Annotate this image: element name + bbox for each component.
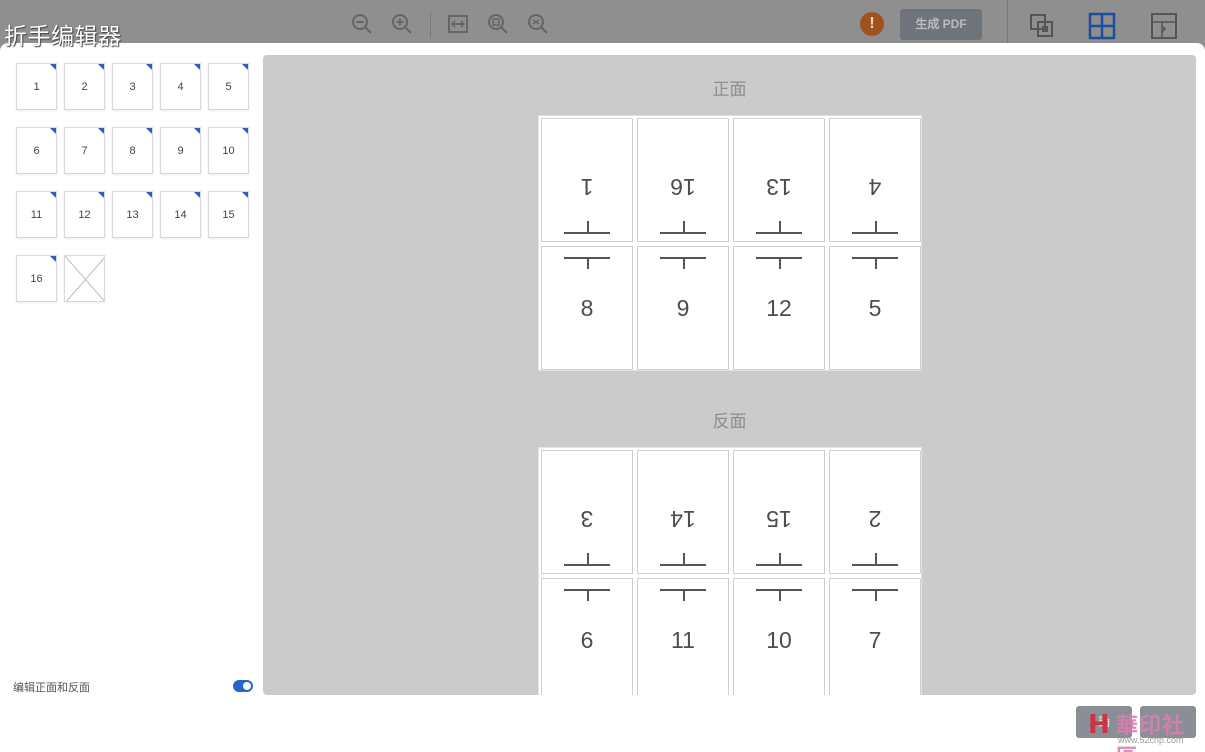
- fold-mark-stem: [875, 553, 877, 565]
- page-number: 16: [670, 174, 696, 200]
- imposition-preview: 正面 1 16 13 4 8 9 12 5 反面 3 14 15 2 6 11 10 7: [263, 55, 1196, 695]
- page-number: 4: [868, 174, 882, 200]
- imposition-page-cell[interactable]: 6: [541, 578, 633, 695]
- fold-mark-stem: [875, 221, 877, 233]
- page-number: 1: [580, 174, 594, 200]
- imposition-page-cell[interactable]: 1: [541, 118, 633, 242]
- imposition-page-cell[interactable]: 13: [733, 118, 825, 242]
- imposition-page-cell[interactable]: 14: [637, 450, 729, 574]
- page-thumbnail[interactable]: 8: [112, 127, 153, 174]
- fold-mark-stem: [683, 221, 685, 233]
- fold-mark-stem: [779, 257, 781, 269]
- page-number: 8: [580, 295, 594, 321]
- page-number: 11: [671, 627, 695, 653]
- front-title: 正面: [712, 80, 747, 100]
- page-number: 7: [868, 627, 882, 653]
- imposition-page-cell[interactable]: 8: [541, 246, 633, 370]
- page-number: 15: [766, 506, 792, 532]
- toolbar-separator: [430, 12, 431, 38]
- fold-mark-stem: [587, 553, 589, 565]
- page-thumbnail[interactable]: 4: [160, 63, 201, 110]
- page-number: 5: [868, 295, 882, 321]
- imposition-page-cell[interactable]: 3: [541, 450, 633, 574]
- page-number: 10: [766, 627, 792, 653]
- imposition-page-cell[interactable]: 10: [733, 578, 825, 695]
- fold-mark-stem: [779, 553, 781, 565]
- fold-mark-stem: [779, 589, 781, 601]
- page-number: 12: [766, 295, 792, 321]
- page-thumbnail[interactable]: 5: [208, 63, 249, 110]
- zoom-out-icon[interactable]: [350, 12, 374, 36]
- fold-mark-stem: [587, 221, 589, 233]
- imposition-page-cell[interactable]: 11: [637, 578, 729, 695]
- split-layout-icon[interactable]: [1150, 12, 1178, 40]
- page-thumbnail[interactable]: 1: [16, 63, 57, 110]
- back-sheet: 3 14 15 2 6 11 10 7: [538, 447, 922, 695]
- zoom-in-icon[interactable]: [390, 12, 414, 36]
- imposition-page-cell[interactable]: 5: [829, 246, 921, 370]
- imposition-page-cell[interactable]: 7: [829, 578, 921, 695]
- page-thumbnail[interactable]: 9: [160, 127, 201, 174]
- generate-pdf-button[interactable]: 生成 PDF: [900, 9, 982, 40]
- blank-cross-icon: [65, 256, 104, 301]
- edit-front-back-toggle[interactable]: [233, 680, 253, 692]
- page-thumbnail[interactable]: 13: [112, 191, 153, 238]
- page-thumbnail[interactable]: 15: [208, 191, 249, 238]
- zoom-fit-icon[interactable]: [526, 12, 550, 36]
- page-number: 14: [670, 506, 696, 532]
- window-title: 折手编辑器: [4, 24, 122, 50]
- page-thumbnail[interactable]: 3: [112, 63, 153, 110]
- page-thumbnail[interactable]: 6: [16, 127, 57, 174]
- blank-page-thumbnail[interactable]: [64, 255, 105, 302]
- imposition-page-cell[interactable]: 16: [637, 118, 729, 242]
- confirm-button[interactable]: 确: [1076, 706, 1132, 738]
- grid-layout-icon[interactable]: [1088, 12, 1116, 40]
- background-toolbar: ! 生成 PDF: [0, 0, 1205, 48]
- imposition-page-cell[interactable]: 9: [637, 246, 729, 370]
- page-thumbnail[interactable]: 14: [160, 191, 201, 238]
- front-sheet: 1 16 13 4 8 9 12 5: [538, 115, 922, 371]
- imposition-page-cell[interactable]: 4: [829, 118, 921, 242]
- page-thumbnail[interactable]: 16: [16, 255, 57, 302]
- page-thumbnail[interactable]: 2: [64, 63, 105, 110]
- imposition-page-cell[interactable]: 12: [733, 246, 825, 370]
- page-thumbnail[interactable]: 11: [16, 191, 57, 238]
- folding-editor-dialog: 1 2 3 4 5 6 7 8 9 10 11 12 13 14 15 16 编辑正面和反面 正面 1 16 13…: [0, 43, 1205, 752]
- toolbar-separator: [1007, 0, 1008, 44]
- edit-front-back-label: 编辑正面和反面: [13, 682, 90, 694]
- page-number: 3: [580, 506, 594, 532]
- fold-mark-stem: [683, 257, 685, 269]
- page-thumbnail[interactable]: 7: [64, 127, 105, 174]
- fold-mark-stem: [587, 257, 589, 269]
- fold-mark-stem: [587, 589, 589, 601]
- copy-pages-icon[interactable]: [1028, 12, 1056, 40]
- back-title: 反面: [712, 412, 747, 432]
- fold-mark-stem: [875, 589, 877, 601]
- page-thumbnail[interactable]: 12: [64, 191, 105, 238]
- fold-mark-stem: [779, 221, 781, 233]
- imposition-page-cell[interactable]: 15: [733, 450, 825, 574]
- page-thumbnail[interactable]: 10: [208, 127, 249, 174]
- fit-width-icon[interactable]: [446, 12, 470, 36]
- cancel-button[interactable]: [1140, 706, 1196, 738]
- fold-mark-stem: [683, 553, 685, 565]
- fold-mark-stem: [683, 589, 685, 601]
- page-number: 6: [580, 627, 594, 653]
- fit-page-icon[interactable]: [486, 12, 510, 36]
- imposition-page-cell[interactable]: 2: [829, 450, 921, 574]
- warning-icon[interactable]: !: [860, 12, 884, 36]
- page-number: 2: [868, 506, 882, 532]
- page-number: 9: [676, 295, 690, 321]
- fold-mark-stem: [875, 257, 877, 269]
- page-number: 13: [766, 174, 792, 200]
